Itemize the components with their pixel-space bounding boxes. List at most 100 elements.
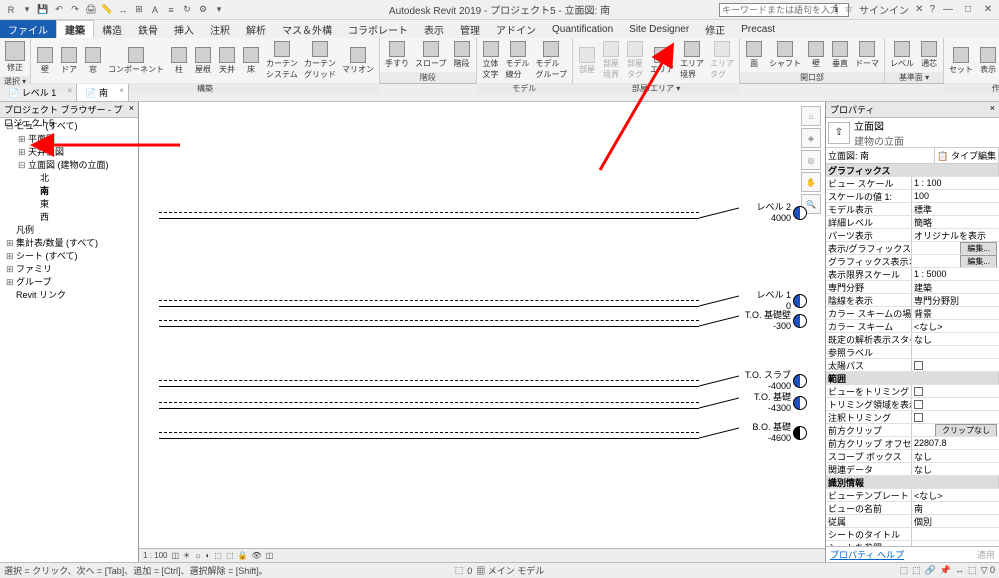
ribbon-壁[interactable]: 壁: [33, 46, 57, 76]
tree-expand-icon[interactable]: ⊞: [6, 263, 16, 276]
project-browser-tree[interactable]: ⊟ビュー (すべて)⊞平面図⊞天井伏図⊟立面図 (建物の立面)北南東西凡例⊞集計…: [0, 118, 138, 562]
tab-close-icon[interactable]: ×: [68, 86, 73, 95]
ribbon-面[interactable]: 面: [742, 40, 766, 70]
ribbon-カーテンシステム[interactable]: カーテンシステム: [263, 40, 301, 81]
tab-解析[interactable]: 解析: [238, 20, 274, 38]
ribbon-カーテングリッド[interactable]: カーテングリッド: [301, 40, 339, 81]
viewcube-icon[interactable]: ◈: [801, 128, 821, 148]
ribbon-屋根[interactable]: 屋根: [191, 46, 215, 76]
level-symbol-icon[interactable]: [793, 396, 807, 410]
ribbon-マリオン[interactable]: マリオン: [339, 46, 377, 76]
prop-checkbox[interactable]: [914, 413, 923, 422]
prop-value[interactable]: 22807.8: [912, 437, 999, 449]
close-button[interactable]: ✕: [981, 4, 995, 15]
prop-value[interactable]: <なし>: [912, 320, 999, 332]
ribbon-エリア境界[interactable]: エリア境界: [677, 40, 707, 81]
level-line[interactable]: [159, 432, 699, 433]
qat-print-icon[interactable]: 🖨: [84, 3, 98, 17]
properties-filter[interactable]: 立面図: 南: [826, 148, 935, 163]
prop-value[interactable]: オリジナルを表示: [912, 229, 999, 241]
qat-text-icon[interactable]: A: [148, 3, 162, 17]
tree-node-東[interactable]: 東: [2, 198, 136, 211]
tree-expand-icon[interactable]: ⊞: [18, 133, 28, 146]
prop-value[interactable]: 南: [912, 502, 999, 514]
ribbon-表示[interactable]: 表示: [976, 46, 999, 76]
detail-level-icon[interactable]: ◫: [171, 551, 179, 560]
level-line[interactable]: [159, 438, 699, 439]
level-line[interactable]: [159, 386, 699, 387]
prop-value[interactable]: 編集...: [912, 255, 999, 267]
tree-expand-icon[interactable]: ⊞: [6, 250, 16, 263]
tree-node-西[interactable]: 西: [2, 211, 136, 224]
prop-checkbox[interactable]: [914, 387, 923, 396]
level-symbol-icon[interactable]: [793, 206, 807, 220]
level-head-B.O. 基礎[interactable]: B.O. 基礎-4600: [752, 420, 791, 443]
level-line[interactable]: [159, 212, 699, 213]
prop-group[interactable]: 範囲: [826, 372, 999, 384]
ribbon-エリアタグ[interactable]: エリアタグ: [707, 40, 737, 81]
ribbon-階段[interactable]: 階段: [450, 40, 474, 70]
level-symbol-icon[interactable]: [793, 374, 807, 388]
panel-close-icon[interactable]: ×: [129, 103, 134, 116]
tab-file[interactable]: ファイル: [0, 20, 56, 38]
star-icon[interactable]: ☆: [844, 4, 853, 15]
visual-style-icon[interactable]: ☀: [183, 551, 190, 560]
status-drag-icon[interactable]: ↔: [955, 565, 964, 576]
prop-value[interactable]: <なし>: [912, 489, 999, 501]
prop-checkbox[interactable]: [914, 400, 923, 409]
prop-edit-button[interactable]: 編集...: [960, 255, 997, 267]
level-symbol-icon[interactable]: [793, 294, 807, 308]
ribbon-垂直[interactable]: 垂直: [828, 40, 852, 70]
ribbon-通芯[interactable]: 通芯: [917, 40, 941, 70]
level-line[interactable]: [159, 326, 699, 327]
prop-edit-button[interactable]: クリップなし: [935, 424, 997, 436]
tree-node-平面図[interactable]: ⊞平面図: [2, 133, 136, 146]
prop-value[interactable]: 個別: [912, 515, 999, 527]
tab-鉄骨[interactable]: 鉄骨: [130, 20, 166, 38]
doctab-南[interactable]: 📄 南×: [77, 84, 129, 101]
ribbon-セット[interactable]: セット: [946, 46, 976, 76]
prop-value[interactable]: [912, 385, 999, 397]
ribbon-モデル線分[interactable]: モデル線分: [503, 40, 533, 81]
level-line[interactable]: [159, 218, 699, 219]
level-head-T.O. 基礎[interactable]: T.O. 基礎-4300: [754, 390, 791, 413]
tab-Quantification[interactable]: Quantification: [544, 20, 621, 38]
help-icon[interactable]: ?: [929, 4, 935, 15]
prop-value[interactable]: [912, 398, 999, 410]
tree-node-集計表/数量 (すべて)[interactable]: ⊞集計表/数量 (すべて): [2, 237, 136, 250]
prop-value[interactable]: [912, 346, 999, 358]
prop-edit-button[interactable]: 編集...: [960, 242, 997, 254]
prop-group[interactable]: グラフィックス: [826, 164, 999, 176]
prop-value[interactable]: なし: [912, 463, 999, 475]
status-model-label[interactable]: ▦ メイン モデル: [476, 564, 544, 577]
prop-value[interactable]: なし: [912, 333, 999, 345]
prop-value[interactable]: 1 : 5000: [912, 268, 999, 280]
ribbon-部屋タグ[interactable]: 部屋タグ: [623, 40, 647, 81]
tree-node-ファミリ[interactable]: ⊞ファミリ: [2, 263, 136, 276]
tab-close-icon[interactable]: ×: [119, 86, 124, 95]
tab-修正[interactable]: 修正: [697, 20, 733, 38]
level-line[interactable]: [159, 300, 699, 301]
tab-管理[interactable]: 管理: [452, 20, 488, 38]
properties-help-link[interactable]: プロパティ ヘルプ: [830, 548, 904, 561]
ribbon-壁[interactable]: 壁: [804, 40, 828, 70]
tree-node-Revit リンク[interactable]: Revit リンク: [2, 289, 136, 302]
view-scale[interactable]: 1 : 100: [143, 551, 167, 560]
lock-icon[interactable]: 🔒: [238, 551, 248, 560]
pan-icon[interactable]: ✋: [801, 172, 821, 192]
status-link-icon[interactable]: 🔗: [925, 565, 936, 576]
level-line[interactable]: [159, 402, 699, 403]
ribbon-天井[interactable]: 天井: [215, 46, 239, 76]
tab-Site Designer[interactable]: Site Designer: [621, 20, 697, 38]
ribbon-床[interactable]: 床: [239, 46, 263, 76]
crop-region-icon[interactable]: ⬚: [226, 551, 234, 560]
level-symbol-icon[interactable]: [793, 314, 807, 328]
temp-hide-icon[interactable]: 👁: [251, 551, 261, 560]
prop-value[interactable]: クリップなし: [912, 424, 999, 436]
ribbon-部屋[interactable]: 部屋: [575, 46, 599, 76]
prop-value[interactable]: 1 : 100: [912, 177, 999, 189]
prop-group[interactable]: 識別情報: [826, 476, 999, 488]
level-head-レベル 2[interactable]: レベル 24000: [756, 200, 791, 223]
tree-expand-icon[interactable]: ⊞: [6, 276, 16, 289]
tab-マス＆外構[interactable]: マス＆外構: [274, 20, 340, 38]
